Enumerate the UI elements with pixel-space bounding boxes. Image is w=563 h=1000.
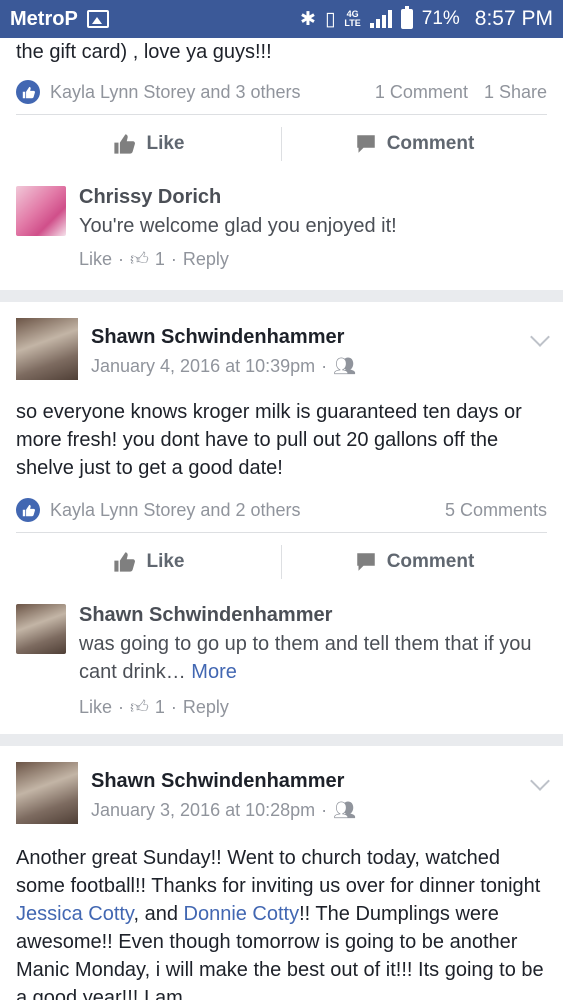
reactors-text[interactable]: Kayla Lynn Storey and 3 others: [50, 82, 301, 103]
reactions-row[interactable]: Kayla Lynn Storey and 3 others 1 Comment…: [0, 72, 563, 112]
reactions-row[interactable]: Kayla Lynn Storey and 2 others 5 Comment…: [0, 490, 563, 530]
signal-icon: [369, 10, 392, 28]
gallery-notification-icon: [87, 10, 109, 28]
comment-count-link[interactable]: 5 Comments: [445, 500, 547, 521]
tagged-friend-link[interactable]: Jessica Cotty: [16, 903, 133, 925]
post-header: Shawn Schwindenhammer January 3, 2016 at…: [16, 762, 550, 826]
comment-bubble-icon: [356, 552, 375, 571]
status-bar: MetroP ✱ ▯ 4G LTE 71% 8:57 PM: [0, 0, 563, 38]
comment-item: Shawn Schwindenhammer was going to go up…: [16, 604, 547, 724]
comment-button[interactable]: Comment: [282, 551, 547, 573]
thumbs-up-icon: [114, 133, 136, 154]
friends-audience-icon: 👥︎: [333, 800, 357, 820]
share-count-link[interactable]: 1 Share: [484, 82, 547, 103]
post-date[interactable]: January 4, 2016 at 10:39pm · 👥︎: [91, 356, 356, 377]
comment-button[interactable]: Comment: [282, 133, 547, 155]
chevron-down-icon[interactable]: [530, 771, 550, 791]
clock: 8:57 PM: [474, 7, 553, 30]
comment-text: was going to go up to them and tell them…: [79, 633, 532, 683]
vibrate-icon: ▯: [324, 8, 336, 30]
post-card: the gift card) , love ya guys!!! Kayla L…: [0, 38, 563, 290]
avatar[interactable]: [16, 762, 78, 824]
comment-author[interactable]: Chrissy Dorich: [79, 186, 221, 209]
thumbs-up-outline-icon: 👍︎: [130, 249, 149, 269]
battery-percent: 71%: [421, 8, 460, 29]
comment-like-link[interactable]: Like: [79, 697, 112, 718]
tagged-friend-link[interactable]: Donnie Cotty: [184, 903, 300, 925]
avatar[interactable]: [16, 186, 66, 236]
comment-author[interactable]: Shawn Schwindenhammer: [79, 604, 332, 627]
battery-icon: [400, 6, 413, 29]
thumbs-up-icon: [114, 551, 136, 572]
comment-text: You're welcome glad you enjoyed it!: [79, 215, 397, 237]
chevron-down-icon[interactable]: [530, 327, 550, 347]
comment-reply-link[interactable]: Reply: [183, 697, 229, 718]
comment-reply-link[interactable]: Reply: [183, 249, 229, 270]
thumbs-up-outline-icon: 👍︎: [130, 697, 149, 717]
comment-like-count: 1: [154, 696, 165, 717]
post-text: Another great Sunday!! Went to church to…: [16, 847, 544, 1000]
reactors-text[interactable]: Kayla Lynn Storey and 2 others: [50, 500, 301, 521]
network-type-icon: 4G LTE: [344, 9, 361, 28]
like-button[interactable]: Like: [16, 551, 281, 573]
avatar[interactable]: [16, 318, 78, 380]
comment-like-link[interactable]: Like: [79, 249, 112, 270]
post-author[interactable]: Shawn Schwindenhammer: [91, 770, 344, 793]
friends-audience-icon: 👥︎: [333, 356, 357, 376]
post-header: Shawn Schwindenhammer January 4, 2016 at…: [16, 318, 550, 382]
avatar[interactable]: [16, 604, 66, 654]
post-text: the gift card) , love ya guys!!!: [16, 41, 272, 63]
comment-meta: Like · 👍︎ 1 · Reply: [79, 248, 229, 270]
bluetooth-icon: ✱: [300, 8, 316, 30]
action-bar: Like Comment: [16, 114, 547, 172]
comment-like-count: 1: [154, 248, 165, 269]
post-text: so everyone knows kroger milk is guarant…: [16, 401, 522, 479]
like-button[interactable]: Like: [16, 133, 281, 155]
see-more-link[interactable]: More: [191, 661, 237, 683]
comment-bubble-icon: [356, 134, 375, 153]
action-bar: Like Comment: [16, 532, 547, 590]
post-card: Shawn Schwindenhammer January 4, 2016 at…: [0, 302, 563, 734]
comment-count-link[interactable]: 1 Comment: [375, 82, 468, 103]
post-card: Shawn Schwindenhammer January 3, 2016 at…: [0, 746, 563, 1000]
post-author[interactable]: Shawn Schwindenhammer: [91, 326, 344, 349]
comment-item: Chrissy Dorich You're welcome glad you e…: [16, 186, 547, 286]
comment-meta: Like · 👍︎ 1 · Reply: [79, 696, 229, 718]
carrier-name: MetroP: [10, 7, 78, 30]
like-reaction-icon: [16, 80, 40, 104]
post-date[interactable]: January 3, 2016 at 10:28pm · 👥︎: [91, 800, 356, 821]
like-reaction-icon: [16, 498, 40, 522]
